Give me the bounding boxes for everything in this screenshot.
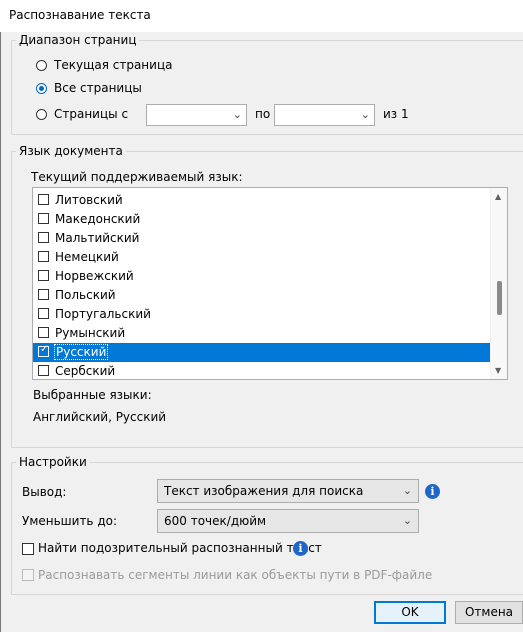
scroll-down-icon[interactable]: ▼ <box>495 366 501 375</box>
language-label: Польский <box>55 288 116 302</box>
selected-languages-label: Выбранные языки: <box>33 388 152 402</box>
list-item[interactable]: Португальский <box>33 305 507 324</box>
radio-all-pages-label: Все страницы <box>54 81 142 95</box>
reduce-label: Уменьшить до: <box>22 514 118 528</box>
page-to-combo[interactable]: ⌄ <box>274 104 375 126</box>
cancel-button[interactable]: Отмена <box>455 601 523 624</box>
language-label: Румынский <box>55 326 126 340</box>
language-checkbox[interactable] <box>38 194 49 205</box>
language-label: Немецкий <box>55 250 119 264</box>
selected-languages-value: Английский, Русский <box>33 410 167 424</box>
list-item[interactable]: Румынский <box>33 324 507 343</box>
info-icon[interactable]: i <box>425 484 440 499</box>
language-checkbox[interactable] <box>38 232 49 243</box>
find-suspicious-checkbox[interactable] <box>22 543 34 555</box>
list-item[interactable]: Мальтийский <box>33 229 507 248</box>
language-checkbox[interactable] <box>38 270 49 281</box>
find-suspicious-label: Найти подозрительный распознанный текст <box>38 541 322 555</box>
to-label: по <box>255 107 271 121</box>
list-item[interactable]: Польский <box>33 286 507 305</box>
output-select-value: Текст изображения для поиска <box>164 484 364 498</box>
radio-pages-from-label: Страницы с <box>54 107 129 121</box>
page-range-legend: Диапазон страниц <box>19 33 137 47</box>
radio-current-page-label: Текущая страница <box>54 58 173 72</box>
language-checkbox[interactable] <box>38 213 49 224</box>
language-label: Португальский <box>55 307 151 321</box>
recognize-lines-label: Распознавать сегменты линии как объекты … <box>38 568 433 582</box>
radio-circle[interactable] <box>36 60 47 71</box>
list-scrollbar[interactable]: ▲ ▼ <box>490 188 507 379</box>
of-label: из <box>383 107 398 121</box>
scroll-thumb[interactable] <box>497 281 502 315</box>
language-checkbox[interactable] <box>38 289 49 300</box>
language-label: Мальтийский <box>55 231 140 245</box>
window-title: Распознавание текста <box>9 8 151 22</box>
language-checkbox[interactable] <box>38 308 49 319</box>
chevron-down-icon: ⌄ <box>402 484 412 497</box>
list-item[interactable]: Немецкий <box>33 248 507 267</box>
language-checkbox[interactable] <box>38 251 49 262</box>
chevron-down-icon: ⌄ <box>402 514 412 527</box>
language-checkbox[interactable] <box>38 327 49 338</box>
reduce-select-value: 600 точек/дюйм <box>164 514 267 528</box>
supported-language-label: Текущий поддерживаемый язык: <box>31 170 243 184</box>
page-from-combo[interactable]: ⌄ <box>146 104 247 126</box>
list-item[interactable]: Литовский <box>33 191 507 210</box>
recognize-lines-checkbox[interactable] <box>22 569 34 581</box>
language-label: Русский <box>54 344 109 360</box>
total-pages: 1 <box>401 107 409 121</box>
list-item[interactable]: Македонский <box>33 210 507 229</box>
window-border <box>0 32 1 632</box>
output-label: Вывод: <box>22 485 67 499</box>
radio-all-pages[interactable]: Все страницы <box>36 81 176 97</box>
language-label: Македонский <box>55 212 141 226</box>
language-list[interactable]: Литовский Македонский Мальтийский Немецк… <box>32 187 508 380</box>
radio-current-page[interactable]: Текущая страница <box>36 58 176 74</box>
language-legend: Язык документа <box>19 144 123 158</box>
list-item[interactable]: Норвежский <box>33 267 507 286</box>
reduce-select[interactable]: 600 точек/дюйм ⌄ <box>157 509 419 533</box>
language-label: Сербский <box>55 364 116 378</box>
language-checkbox-checked[interactable] <box>38 344 49 357</box>
language-label: Норвежский <box>55 269 134 283</box>
list-item[interactable]: Сербский <box>33 362 507 379</box>
settings-legend: Настройки <box>19 455 87 469</box>
chevron-down-icon: ⌄ <box>360 108 370 121</box>
radio-pages-from[interactable]: Страницы с <box>36 107 136 123</box>
scroll-up-icon[interactable]: ▲ <box>495 192 501 201</box>
radio-circle[interactable] <box>36 109 47 120</box>
info-icon[interactable]: i <box>293 541 308 556</box>
radio-circle-checked[interactable] <box>36 83 47 94</box>
chevron-down-icon: ⌄ <box>232 108 242 121</box>
output-select[interactable]: Текст изображения для поиска ⌄ <box>157 479 419 503</box>
language-checkbox[interactable] <box>38 365 49 376</box>
language-label: Литовский <box>55 193 123 207</box>
ok-button[interactable]: OK <box>374 601 446 624</box>
list-item-selected[interactable]: Русский <box>33 343 507 362</box>
